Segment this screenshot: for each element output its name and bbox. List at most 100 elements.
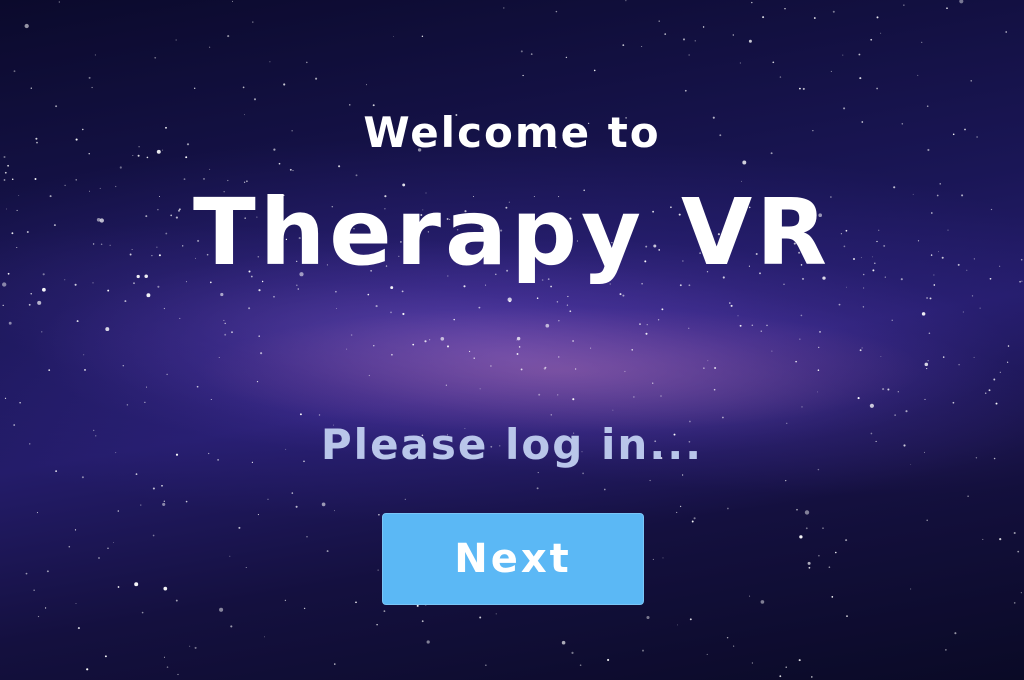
star <box>227 35 230 38</box>
star <box>421 35 424 37</box>
star <box>350 334 353 336</box>
star <box>751 662 754 664</box>
star <box>33 589 35 591</box>
star <box>639 323 641 325</box>
star <box>572 398 575 401</box>
star <box>1017 550 1020 553</box>
star <box>751 1 753 4</box>
star <box>988 389 991 392</box>
star <box>530 53 533 55</box>
star <box>421 620 424 623</box>
star <box>75 602 77 604</box>
star <box>163 586 168 591</box>
star <box>269 61 271 63</box>
star <box>805 527 808 530</box>
star <box>569 310 572 313</box>
next-button[interactable]: Next <box>382 513 644 605</box>
star <box>574 368 577 370</box>
star <box>818 346 820 349</box>
star <box>970 80 972 82</box>
star <box>771 350 773 352</box>
star <box>536 487 539 490</box>
star <box>959 0 964 4</box>
star <box>264 636 265 638</box>
star <box>819 331 821 333</box>
star <box>258 335 260 337</box>
star <box>144 401 146 403</box>
star <box>299 413 302 416</box>
star <box>306 536 308 538</box>
star <box>390 311 392 314</box>
star <box>229 555 231 557</box>
star <box>760 330 763 332</box>
star <box>273 295 275 298</box>
star <box>372 104 375 107</box>
star <box>748 39 752 43</box>
star <box>152 487 155 490</box>
star <box>952 401 955 404</box>
star <box>209 46 211 48</box>
star <box>355 601 357 604</box>
star <box>245 566 247 568</box>
login-prompt: Please log in... <box>320 420 704 469</box>
star <box>962 311 964 313</box>
star <box>924 398 926 400</box>
star <box>999 538 1002 541</box>
star <box>224 333 227 336</box>
star <box>979 307 981 309</box>
star <box>619 293 622 296</box>
star <box>518 346 521 348</box>
star <box>117 510 120 512</box>
star <box>967 495 969 498</box>
star <box>2 304 4 307</box>
star <box>858 53 861 56</box>
star <box>799 338 801 340</box>
star <box>691 520 694 523</box>
star <box>926 296 929 300</box>
star <box>7 164 9 167</box>
star <box>104 655 107 658</box>
star <box>135 473 138 475</box>
star <box>681 474 684 476</box>
star <box>897 391 899 393</box>
star <box>984 392 987 394</box>
star <box>522 74 524 77</box>
star <box>376 624 378 626</box>
star <box>113 542 115 544</box>
star <box>8 321 12 325</box>
star <box>660 395 662 397</box>
star <box>252 21 254 23</box>
star <box>189 645 191 647</box>
star <box>999 371 1001 373</box>
star <box>219 607 224 612</box>
star <box>210 398 212 401</box>
star <box>739 62 741 64</box>
star <box>383 610 386 612</box>
star <box>335 290 337 293</box>
star <box>303 607 306 610</box>
star <box>1020 592 1022 594</box>
star <box>799 87 801 90</box>
star <box>373 345 375 347</box>
star <box>68 545 71 548</box>
star <box>641 46 643 47</box>
star <box>55 470 57 472</box>
star <box>766 324 768 327</box>
star <box>166 666 169 668</box>
star <box>48 369 51 371</box>
star <box>905 410 908 413</box>
star <box>921 312 926 316</box>
star <box>368 374 370 377</box>
star <box>179 317 181 319</box>
star <box>412 343 415 346</box>
star <box>440 337 445 341</box>
star <box>223 319 225 321</box>
star <box>278 162 281 165</box>
star <box>927 360 929 362</box>
star <box>612 409 614 411</box>
star <box>817 369 820 371</box>
star <box>924 362 929 367</box>
star <box>817 468 820 471</box>
star <box>942 356 945 358</box>
star <box>652 382 654 384</box>
